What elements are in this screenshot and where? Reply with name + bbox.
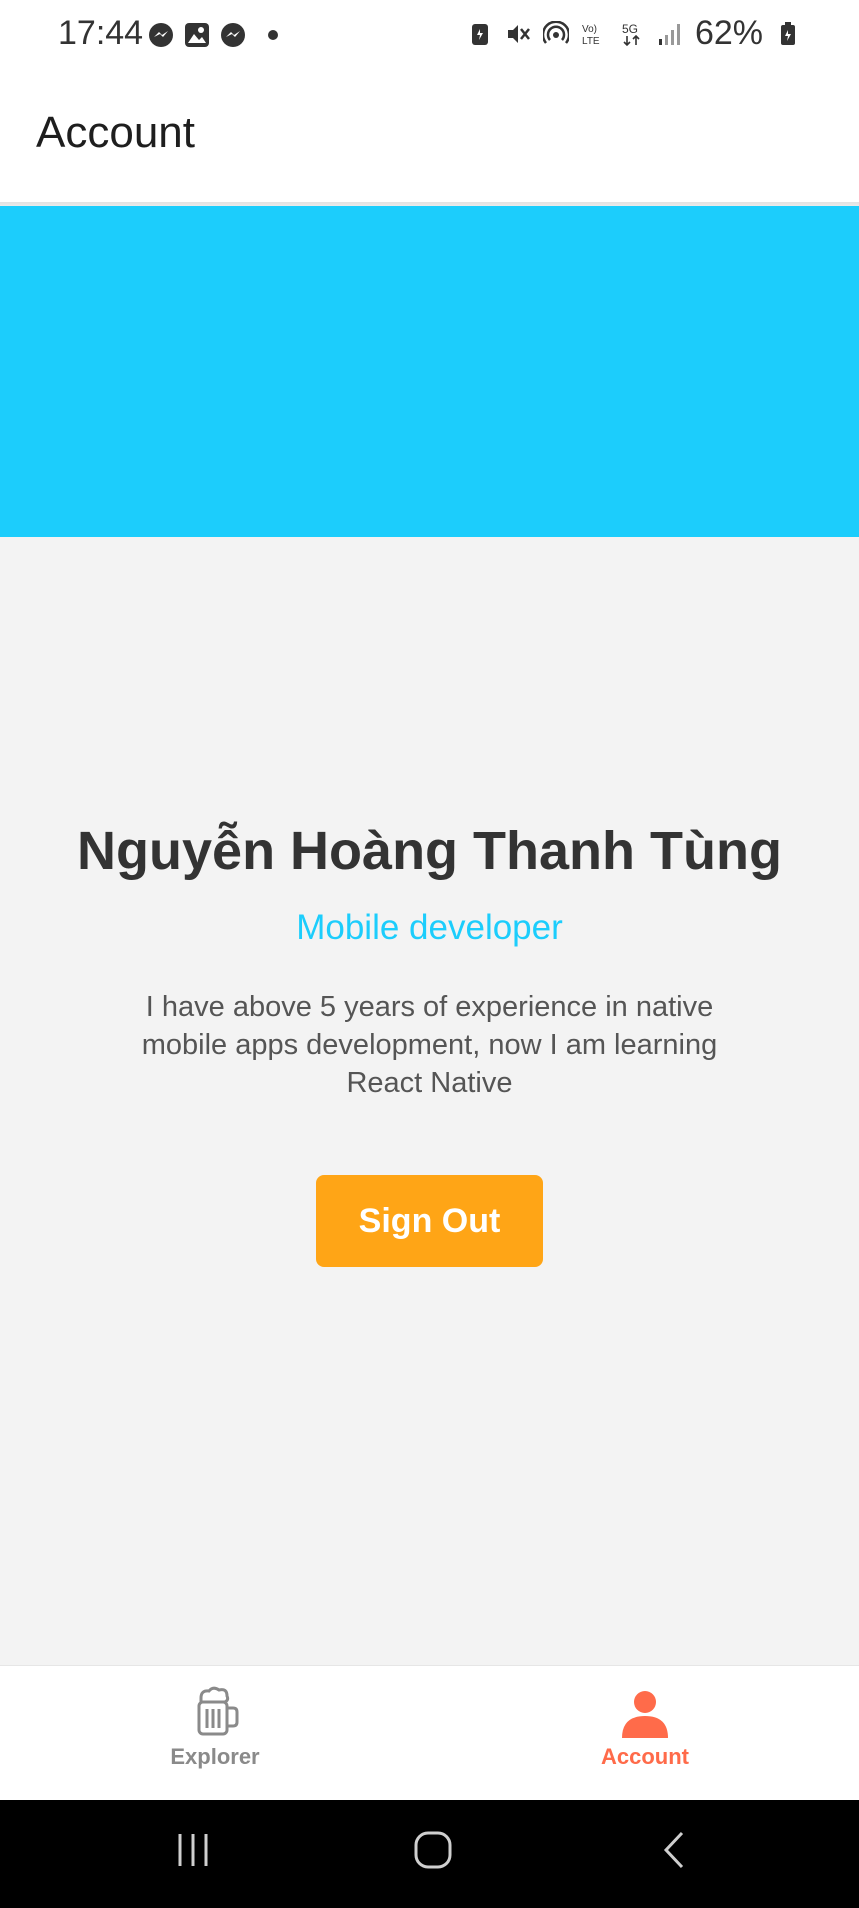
status-left-icons	[148, 22, 278, 48]
tab-account-label: Account	[601, 1744, 689, 1769]
signal-icon	[658, 23, 680, 45]
mute-vibrate-icon	[507, 24, 530, 43]
battery-percent: 62%	[694, 14, 763, 52]
svg-text:5G: 5G	[622, 22, 638, 36]
battery-saver-icon	[471, 23, 488, 45]
5g-icon: 5G	[622, 22, 640, 46]
page-title: Account	[36, 108, 195, 157]
status-right-icons: Vo) LTE 5G 62%	[467, 14, 801, 53]
tab-account[interactable]: Account	[430, 1666, 859, 1801]
status-bar: 17:44 Vo) LTE 5G 62%	[0, 0, 859, 72]
tab-explorer[interactable]: Explorer	[0, 1666, 430, 1801]
profile-banner	[0, 206, 859, 537]
profile-name: Nguyễn Hoàng Thanh Tùng	[77, 821, 782, 881]
app-header: Account	[0, 72, 859, 202]
volte-icon: Vo)LTE	[582, 24, 600, 47]
svg-text:Vo): Vo)	[582, 24, 597, 35]
profile-role: Mobile developer	[296, 908, 563, 947]
messenger-icon	[221, 23, 245, 47]
sign-out-button[interactable]: Sign Out	[316, 1175, 543, 1267]
notification-dot-icon	[268, 30, 278, 40]
home-icon[interactable]	[413, 1830, 453, 1870]
bottom-tab-bar: Explorer Account	[0, 1665, 859, 1801]
beer-mug-icon	[197, 1686, 239, 1736]
svg-text:LTE: LTE	[582, 36, 600, 47]
user-icon	[622, 1691, 668, 1738]
profile-bio: I have above 5 years of experience in na…	[141, 991, 718, 1099]
gallery-icon	[185, 23, 209, 47]
hotspot-icon	[542, 20, 569, 44]
battery-icon	[781, 21, 795, 45]
recent-apps-icon[interactable]	[174, 1830, 214, 1870]
status-time: 17:44	[58, 14, 144, 52]
system-nav-bar	[0, 1800, 859, 1908]
tab-explorer-label: Explorer	[170, 1744, 260, 1769]
messenger-icon	[149, 23, 173, 47]
profile-section: Nguyễn Hoàng Thanh Tùng Mobile developer…	[0, 820, 859, 1102]
back-icon[interactable]	[656, 1830, 696, 1870]
